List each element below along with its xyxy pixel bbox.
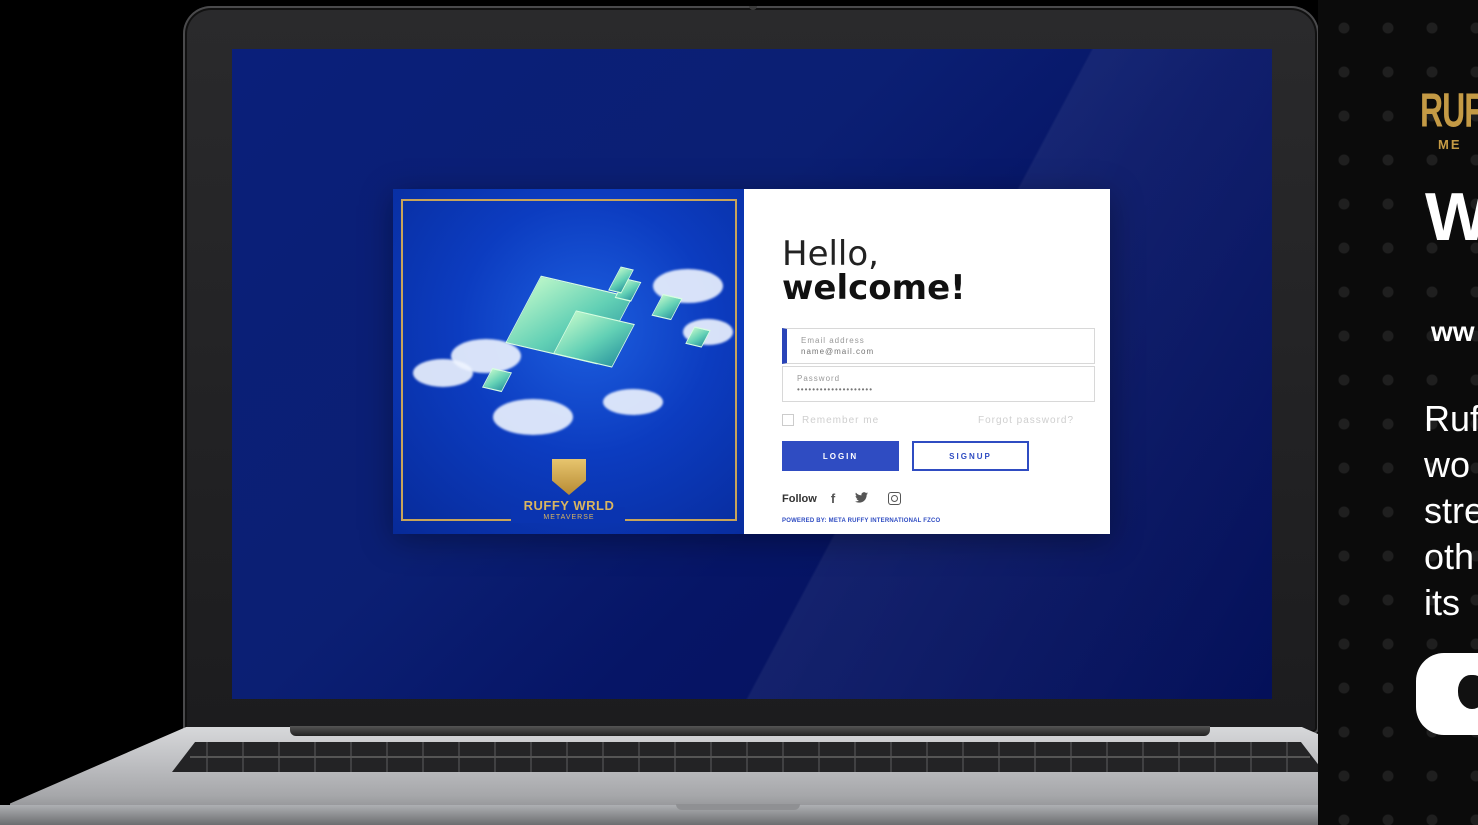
description-line: stre: [1424, 490, 1478, 531]
shield-icon: [552, 459, 586, 495]
description-line: its: [1424, 582, 1460, 623]
instagram-icon[interactable]: [888, 492, 902, 505]
login-form: Hello, welcome! Email address Password •…: [744, 189, 1110, 534]
logo-subtext: METAVERSE: [543, 514, 595, 521]
keyboard-divider: [190, 756, 1310, 758]
side-description: Ruf wo stre oth its: [1424, 396, 1478, 626]
welcome-heading: welcome!: [782, 268, 966, 308]
remember-checkbox[interactable]: [782, 414, 794, 426]
ruffy-world-logo: RUFFY WRLD METAVERSE: [521, 459, 617, 521]
logo-text: RUFFY WRLD: [523, 498, 615, 513]
description-line: wo: [1424, 444, 1471, 485]
signup-button[interactable]: SIGNUP: [912, 441, 1029, 471]
follow-row: Follow f: [782, 491, 902, 506]
twitter-icon[interactable]: [855, 491, 869, 506]
side-panel: RUF ME W ww Ruf wo stre oth its: [1318, 0, 1478, 825]
app-store-button[interactable]: [1416, 653, 1478, 735]
side-heading: W: [1425, 179, 1478, 255]
website-link[interactable]: ww: [1431, 316, 1475, 348]
email-label: Email address: [801, 336, 865, 345]
remember-me[interactable]: Remember me: [782, 414, 879, 426]
brand-logo: RUF: [1420, 83, 1478, 137]
powered-by-text: POWERED BY: META RUFFY INTERNATIONAL FZC…: [782, 518, 941, 524]
remember-label: Remember me: [802, 414, 880, 426]
password-label: Password: [797, 374, 841, 383]
description-line: oth: [1424, 536, 1475, 577]
description-line: Ruf: [1424, 398, 1478, 439]
trackpad-notch: [676, 804, 800, 810]
greeting-text: Hello,: [782, 234, 879, 274]
follow-label: Follow: [782, 492, 817, 505]
laptop-hinge: [290, 726, 1210, 736]
login-card: RUFFY WRLD METAVERSE Hello, welcome! Ema…: [393, 189, 1110, 534]
login-button[interactable]: LOGIN: [782, 441, 899, 471]
password-field[interactable]: Password ••••••••••••••••••••: [782, 366, 1095, 402]
brand-logo-subtext: ME: [1438, 137, 1462, 152]
metaverse-artwork: RUFFY WRLD METAVERSE: [393, 189, 744, 534]
apple-icon: [1458, 675, 1478, 709]
password-input[interactable]: ••••••••••••••••••••: [797, 385, 1077, 394]
email-field[interactable]: Email address: [782, 328, 1095, 364]
facebook-icon[interactable]: f: [831, 491, 835, 506]
camera-notch: [749, 6, 757, 10]
email-input[interactable]: [801, 347, 1081, 356]
forgot-password-link[interactable]: Forgot password?: [978, 415, 1074, 426]
